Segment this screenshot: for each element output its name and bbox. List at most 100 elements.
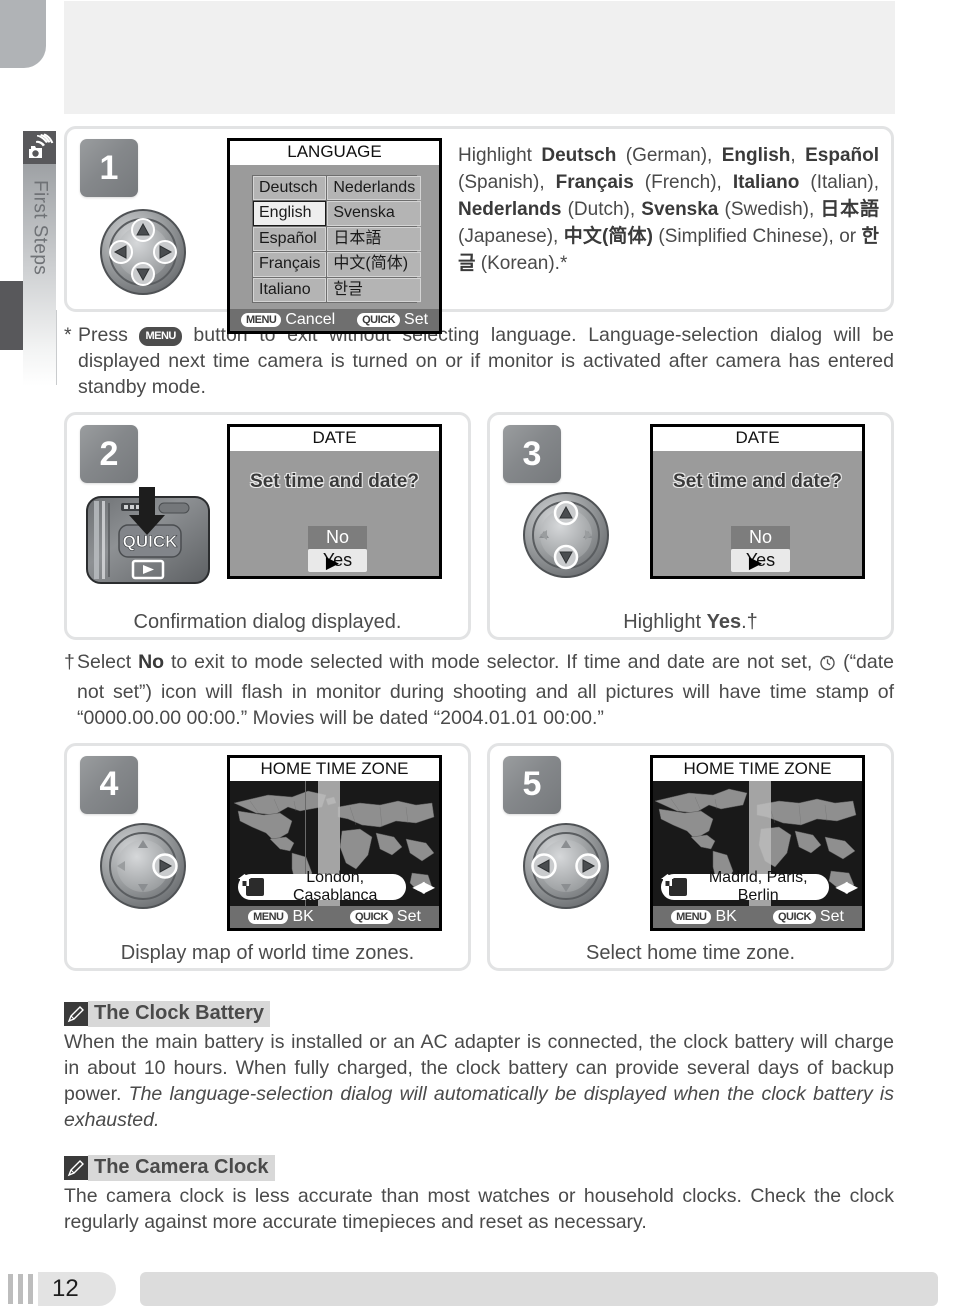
date-confirm-screen-3: DATE Set time and date? No Yes ▶ [650, 424, 865, 580]
language-item-nederlands[interactable]: Nederlands [327, 175, 422, 201]
home-icon-4 [238, 874, 264, 897]
step-4-screen-area: HOME TIME ZONE London, Casablanca ◀▶ MEN… [227, 746, 442, 936]
footnote-dagger-part1: Select [77, 651, 139, 674]
set-label: Set [404, 311, 429, 329]
note-1-body: When the main battery is installed or an… [64, 1029, 894, 1134]
step1-lead: Highlight [458, 145, 542, 166]
note-1-header: The Clock Battery [64, 1000, 894, 1027]
footnote-dagger-bold-no: No [138, 651, 165, 674]
left-right-arrows-4[interactable]: ◀▶ [412, 877, 435, 897]
svg-text:QUICK: QUICK [123, 532, 179, 551]
cancel-label: Cancel [285, 311, 336, 329]
city-name-4: London, Casablanca [292, 869, 378, 905]
date-screen-title-3: DATE [653, 427, 862, 452]
language-screen-title: LANGUAGE [230, 141, 439, 165]
step-2-caption: Confirmation dialog displayed. [133, 611, 402, 634]
steps-2-3-row: 2 QUICK DATE Set time and date? No Yes ▶… [64, 412, 894, 641]
menu-key-icon-4: MENU [248, 910, 289, 925]
set-label-4: Set [396, 908, 421, 926]
city-selector-5[interactable]: Madrid, Paris, Berlin ◀▶ [661, 869, 858, 904]
step-3-badge: 3 [503, 425, 561, 484]
language-item-japanese[interactable]: 日本語 [327, 226, 422, 252]
date-option-no[interactable]: No [308, 526, 367, 549]
note-clock-battery: The Clock Battery When the main battery … [64, 1000, 894, 1134]
footer-strip [140, 1272, 938, 1306]
multi-selector-1[interactable] [99, 208, 187, 301]
htz-title-4: HOME TIME ZONE [230, 757, 439, 782]
language-grid: Deutsch Nederlands English Svenska Españ… [252, 174, 422, 304]
lang-gloss-japanese: (Japanese), [458, 225, 564, 247]
date-option-yes[interactable]: Yes ▶ [308, 548, 367, 572]
htz-footer-4: MENU BK QUICK Set [230, 906, 439, 929]
lang-name-italiano: Italiano [732, 171, 800, 193]
left-right-arrows-5[interactable]: ◀▶ [835, 877, 858, 897]
quick-key-icon-5: QUICK [772, 910, 816, 925]
back-action-4[interactable]: MENU BK [248, 908, 314, 926]
date-screen-body-3: Set time and date? No Yes ▶ [653, 451, 862, 576]
step-5-panel: 5 HOME TIME ZONE Madrid, Paris, Berlin ◀… [487, 742, 894, 971]
multi-selector-3[interactable] [522, 491, 610, 584]
multi-selector-5[interactable] [522, 822, 610, 915]
language-item-francais[interactable]: Français [253, 252, 327, 277]
lang-name-francais: Français [555, 171, 634, 193]
footnote-dagger-marker: † [64, 651, 75, 674]
steps-4-5-row: 4 HOME TIME ZONE London, Casablanca ◀▶ M… [64, 742, 894, 971]
htz-title-5: HOME TIME ZONE [653, 757, 862, 782]
clock-not-set-icon [819, 652, 836, 678]
lang-name-chinese: 中文(简体) [563, 225, 653, 247]
note-camera-clock: The Camera Clock The camera clock is les… [64, 1155, 894, 1235]
language-item-italiano[interactable]: Italiano [253, 277, 327, 303]
pencil-icon [64, 1001, 88, 1026]
quick-key-icon-4: QUICK [349, 910, 393, 925]
step-1-control-area: 1 [67, 129, 227, 309]
language-item-svenska[interactable]: Svenska [327, 201, 422, 226]
date-option-no-3[interactable]: No [731, 526, 790, 549]
set-label-5: Set [819, 908, 844, 926]
city-box-4[interactable]: London, Casablanca [238, 869, 407, 904]
date-question: Set time and date? [250, 471, 419, 493]
date-options: No Yes ▶ [308, 526, 367, 572]
footnote-star: * Press MENU button to exit without sele… [64, 322, 894, 400]
pencil-icon-2 [64, 1156, 88, 1181]
step-3-screen-area: DATE Set time and date? No Yes ▶ [650, 415, 865, 605]
multi-selector-4[interactable] [99, 822, 187, 915]
step-5-control-area: 5 [490, 746, 650, 936]
city-box-5[interactable]: Madrid, Paris, Berlin [661, 869, 830, 904]
chapter-tab-label: First Steps [29, 180, 51, 276]
language-item-korean[interactable]: 한글 [327, 277, 422, 303]
language-item-deutsch[interactable]: Deutsch [253, 175, 327, 201]
step-5-caption: Select home time zone. [586, 941, 795, 964]
city-name-5: Madrid, Paris, Berlin [708, 869, 808, 905]
menu-key-icon-5: MENU [671, 910, 712, 925]
set-action[interactable]: QUICK Set [357, 311, 428, 329]
lang-name-japanese: 日本語 [820, 198, 879, 220]
set-action-5[interactable]: QUICK Set [772, 908, 844, 926]
lang-gloss-espanol: (Spanish), [458, 171, 556, 193]
note-1-body-italic: The language-selection dialog will autom… [64, 1083, 894, 1132]
world-map-4: London, Casablanca ◀▶ [230, 781, 439, 907]
language-item-english[interactable]: English [253, 201, 327, 226]
back-label-5: BK [715, 908, 737, 926]
home-time-zone-screen-4: HOME TIME ZONE London, Casablanca ◀▶ MEN… [227, 754, 442, 932]
step-3-control-area: 3 [490, 415, 650, 605]
note-2-header: The Camera Clock [64, 1155, 894, 1182]
lang-gloss-deutsch: (German), [616, 145, 722, 166]
cancel-action[interactable]: MENU Cancel [240, 311, 336, 329]
menu-key-icon: MENU [240, 313, 282, 328]
rail-divider [56, 310, 57, 385]
step-4-control-area: 4 [67, 746, 227, 936]
set-action-4[interactable]: QUICK Set [349, 908, 421, 926]
date-screen-body: Set time and date? No Yes ▶ [230, 451, 439, 576]
date-screen-title: DATE [230, 427, 439, 452]
back-action-5[interactable]: MENU BK [671, 908, 737, 926]
city-selector-4[interactable]: London, Casablanca ◀▶ [238, 869, 435, 904]
footnote-star-after: button to exit without selecting languag… [78, 324, 894, 399]
language-item-chinese[interactable]: 中文(简体) [327, 252, 422, 277]
language-item-espanol[interactable]: Español [253, 226, 327, 252]
page-number: 12 [38, 1272, 116, 1306]
step-5-badge: 5 [503, 755, 561, 814]
footnote-dagger: † Select No to exit to mode selected wit… [64, 649, 894, 730]
date-options-3: No Yes ▶ [731, 526, 790, 572]
language-list: Deutsch Nederlands English Svenska Españ… [230, 165, 439, 309]
date-option-yes-3[interactable]: Yes ▶ [731, 548, 790, 572]
